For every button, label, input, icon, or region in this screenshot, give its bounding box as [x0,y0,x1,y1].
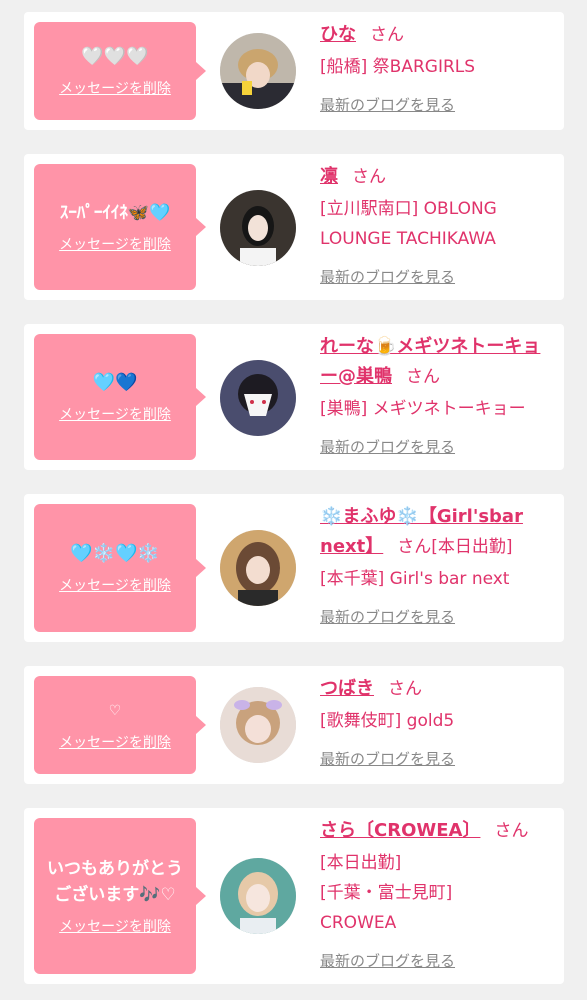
shop-name: [船橋] 祭BARGIRLS [320,57,476,77]
latest-blog-link[interactable]: 最新のブログを見る [320,90,455,120]
status-text: [本日出勤] [320,853,402,873]
delete-message-link[interactable]: メッセージを削除 [59,404,171,424]
avatar[interactable] [220,190,296,266]
cast-info: 凛さん [立川駅南口] OBLONG LOUNGE TACHIKAWA 最新のブ… [320,162,554,292]
message-card: いつもありがとう ございます🎶♡ メッセージを削除 さら〔CROWEA〕 さん [… [24,808,564,984]
cast-name-link[interactable]: ひな [320,24,356,45]
message-card: ♡ メッセージを削除 つばき さん [歌舞伎町] gold5 最新のブログを見る [24,666,564,784]
avatar[interactable] [220,530,296,606]
cast-info: つばき さん [歌舞伎町] gold5 最新のブログを見る [320,674,554,774]
message-bubble: 🩵💙 メッセージを削除 [34,334,206,460]
message-card: ｽｰﾊﾟｰｲｲﾈ🦋🩵 メッセージを削除 凛さん [立川駅南口] OBLONG L… [24,154,564,300]
shop-name: [歌舞伎町] gold5 [320,711,455,731]
honorific: さん [352,167,386,187]
message-bubble: ｽｰﾊﾟｰｲｲﾈ🦋🩵 メッセージを削除 [34,164,206,290]
honorific: さん [370,25,404,45]
message-text: 🤍🤍🤍 [81,46,149,67]
latest-blog-link[interactable]: 最新のブログを見る [320,744,455,774]
message-bubble: 🩵❄️🩵❄️ メッセージを削除 [34,504,206,632]
avatar[interactable] [220,33,296,109]
cast-name-link[interactable]: 凛 [320,166,338,187]
message-card: 🩵❄️🩵❄️ メッセージを削除 ❄️まふゆ❄️【Girl'sbar next】さ… [24,494,564,642]
cast-info: ❄️まふゆ❄️【Girl'sbar next】 さん[本日出勤] [本千葉] Gi… [320,502,554,632]
delete-message-link[interactable]: メッセージを削除 [59,732,171,752]
message-bubble: いつもありがとう ございます🎶♡ メッセージを削除 [34,818,206,974]
shop-name: [立川駅南口] OBLONG LOUNGE TACHIKAWA [320,199,497,249]
cast-info: さら〔CROWEA〕 さん [本日出勤] [千葉・富士見町] CROWEA 最新の… [320,816,554,976]
shop-name: [巣鴨] メギツネトーキョー [320,399,526,419]
delete-message-link[interactable]: メッセージを削除 [59,916,171,936]
message-bubble: ♡ メッセージを削除 [34,676,206,774]
delete-message-link[interactable]: メッセージを削除 [59,234,171,254]
delete-message-link[interactable]: メッセージを削除 [59,575,171,595]
honorific: さん [397,537,432,557]
latest-blog-link[interactable]: 最新のブログを見る [320,262,455,292]
honorific: さん [388,679,422,699]
avatar[interactable] [220,360,296,436]
message-bubble: 🤍🤍🤍 メッセージを削除 [34,22,206,120]
shop-name: [本千葉] Girl's bar next [320,569,510,589]
shop-name: [千葉・富士見町] CROWEA [320,883,453,933]
message-card: 🩵💙 メッセージを削除 れーな🍺メギツネトーキョー@巣鴨 さん [巣鴨] メギツネ… [24,324,564,470]
message-card: 🤍🤍🤍 メッセージを削除 ひな さん [船橋] 祭BARGIRLS 最新のブログを… [24,12,564,130]
latest-blog-link[interactable]: 最新のブログを見る [320,946,455,976]
cast-name-link[interactable]: つばき [320,678,374,699]
message-text: 🩵💙 [92,372,138,393]
avatar[interactable] [220,858,296,934]
message-text: ♡ [108,703,122,719]
latest-blog-link[interactable]: 最新のブログを見る [320,602,455,632]
message-text: ｽｰﾊﾟｰｲｲﾈ🦋🩵 [59,203,171,223]
honorific: さん [494,821,529,841]
cast-name-link[interactable]: さら〔CROWEA〕 [320,820,480,841]
cast-info: ひな さん [船橋] 祭BARGIRLS 最新のブログを見る [320,20,554,120]
message-text: 🩵❄️🩵❄️ [70,543,160,564]
delete-message-link[interactable]: メッセージを削除 [59,78,171,98]
avatar[interactable] [220,687,296,763]
honorific: さん [406,367,440,387]
latest-blog-link[interactable]: 最新のブログを見る [320,432,455,462]
cast-info: れーな🍺メギツネトーキョー@巣鴨 さん [巣鴨] メギツネトーキョー 最新のブログ… [320,332,554,462]
status-text: [本日出勤] [431,537,513,557]
message-text: いつもありがとう ございます🎶♡ [47,859,183,905]
